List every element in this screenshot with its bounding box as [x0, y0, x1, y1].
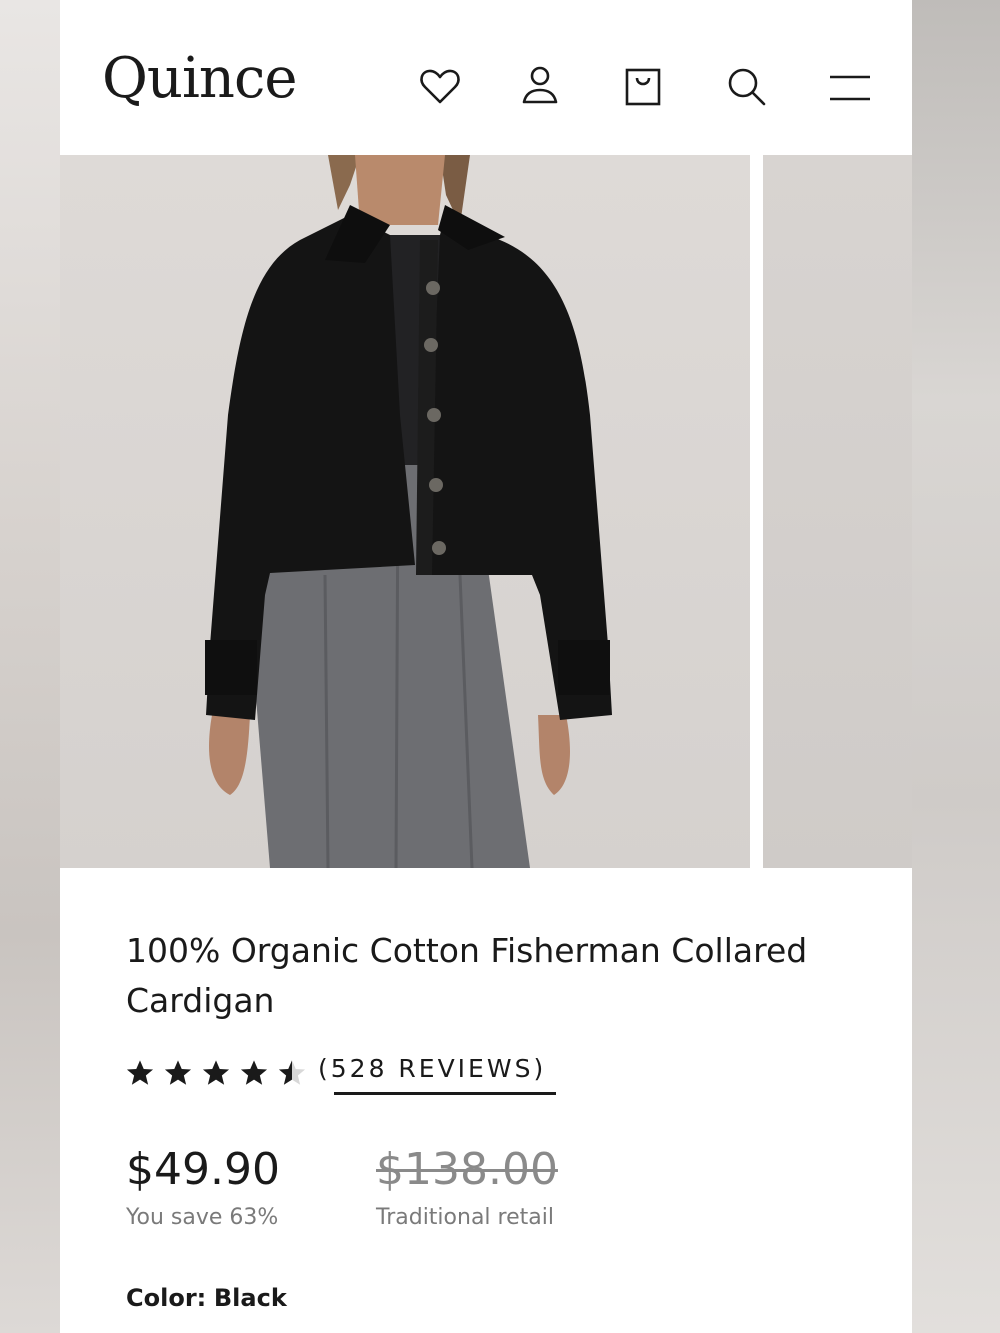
- star-full-icon: [124, 1057, 156, 1089]
- bag-icon[interactable]: [619, 62, 667, 110]
- rating-stars: [124, 1057, 308, 1089]
- product-gallery[interactable]: [60, 155, 912, 868]
- backdrop-left: [0, 0, 60, 1333]
- star-half-icon: [276, 1057, 308, 1089]
- product-page: Quince 100% Organic Cotton Fisherman Col…: [60, 0, 912, 1333]
- star-full-icon: [162, 1057, 194, 1089]
- reviews-label[interactable]: (528 REVIEWS): [318, 1054, 546, 1083]
- original-price: $138.00: [376, 1144, 558, 1195]
- savings-text: You save 63%: [126, 1205, 279, 1230]
- reviews-underline: [334, 1092, 556, 1095]
- product-info: 100% Organic Cotton Fisherman Collared C…: [60, 868, 912, 1333]
- menu-icon[interactable]: [826, 62, 874, 110]
- color-selection: Color: Black: [126, 1284, 287, 1312]
- reviews-link[interactable]: (528 REVIEWS): [318, 1054, 556, 1095]
- search-icon[interactable]: [722, 62, 770, 110]
- brand-logo[interactable]: Quince: [102, 46, 297, 111]
- product-photo[interactable]: [60, 155, 750, 868]
- model-illustration: [205, 155, 612, 868]
- color-value: Black: [213, 1284, 287, 1312]
- product-title: 100% Organic Cotton Fisherman Collared C…: [126, 931, 808, 1020]
- backdrop-right: [912, 0, 1000, 1333]
- sale-price: $49.90: [126, 1144, 280, 1195]
- site-header: Quince: [60, 0, 912, 155]
- color-label: Color:: [126, 1284, 207, 1312]
- account-icon[interactable]: [516, 62, 564, 110]
- heart-icon[interactable]: [416, 62, 464, 110]
- original-price-label: Traditional retail: [376, 1205, 554, 1230]
- star-full-icon: [238, 1057, 270, 1089]
- star-full-icon: [200, 1057, 232, 1089]
- next-product-photo[interactable]: [763, 155, 912, 868]
